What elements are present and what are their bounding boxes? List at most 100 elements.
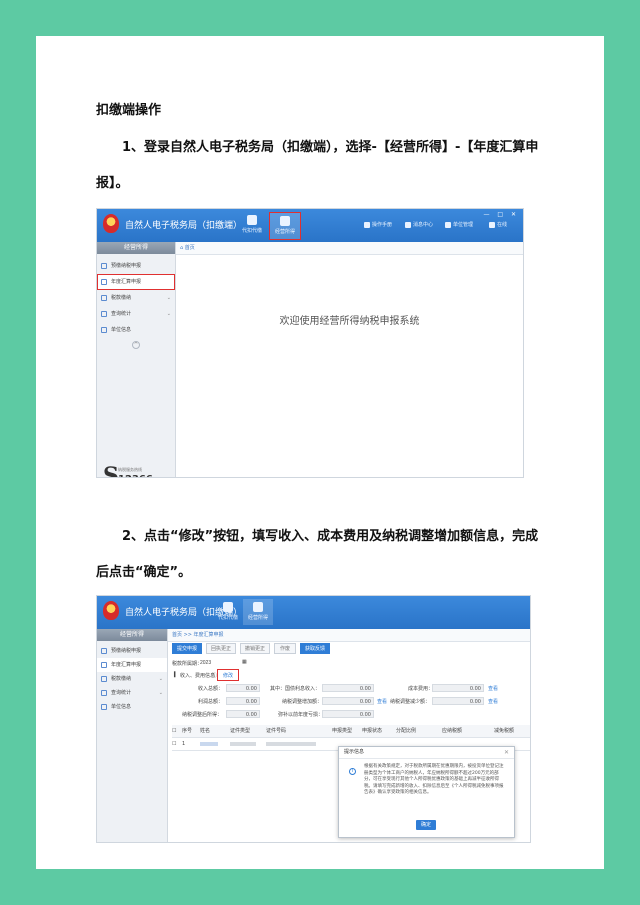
field-bond-interest[interactable]: 0.00 <box>322 684 374 692</box>
payment-icon <box>101 676 107 682</box>
select-all-checkbox[interactable]: ☐ <box>172 725 176 737</box>
app-topbar: 自然人电子税务局（扣缴端） 代扣代缴 经营所得 操作手册 消息中心 单位管理 在… <box>97 209 523 242</box>
info-icon: i <box>349 768 356 775</box>
table-header: ☐ 序号 姓名 证件类型 证件号码 申报类型 申报状态 分配比例 应纳税额 减免… <box>172 725 530 738</box>
field-label-total-income: 收入总额： <box>198 686 224 692</box>
col-tax-payable: 应纳税额 <box>442 728 463 734</box>
field-loss-offset[interactable]: 0.00 <box>322 710 374 718</box>
withholding-icon <box>247 215 257 225</box>
tab-home[interactable]: ⌂ 首页 <box>176 242 523 255</box>
sidebar: 经营所得 预缴纳税申报 年度汇算申报 税款缴纳 ⌄ 查询统计 ⌄ 单位信息 ^ S … <box>97 242 176 477</box>
field-label-cost: 成本费用： <box>408 686 434 692</box>
sidebar: 经营所得 预缴纳税申报 年度汇算申报 税款缴纳 ⌄ 查询统计 ⌄ 单位信息 <box>97 629 168 842</box>
message-icon <box>405 221 411 228</box>
section-marker-icon: ▍ <box>174 672 178 678</box>
chevron-down-icon: ⌄ <box>158 676 163 682</box>
income-cost-section-label: 收入、费用信息 <box>180 673 216 679</box>
sidebar-item-prepay[interactable]: 预缴纳税申报 <box>97 644 167 658</box>
field-cost[interactable]: 0.00 <box>432 684 484 692</box>
view-link-adjust[interactable]: 查看 <box>377 698 387 705</box>
chat-icon <box>489 221 495 228</box>
field-label-adjusted-income: 纳税调整后所得： <box>182 712 223 718</box>
unit-management-link[interactable]: 单位管理 <box>445 221 473 228</box>
col-tax-relief: 减免税额 <box>494 728 515 734</box>
notice-dialog: 提示信息 ✕ i 根据有关政策规定，对于税款所属期在优惠期限内，被投资单位登记注册… <box>338 746 515 838</box>
col-ratio: 分配比例 <box>396 728 417 734</box>
tax-emblem-icon <box>103 214 119 233</box>
manual-link[interactable]: 操作手册 <box>364 221 392 228</box>
confirm-button[interactable]: 确定 <box>416 820 436 830</box>
field-adjust-decrease[interactable]: 0.00 <box>432 697 484 705</box>
sidebar-item-annual-filing[interactable]: 年度汇算申报 <box>97 658 167 672</box>
cancel-correct-button[interactable]: 撤销更正 <box>240 643 270 654</box>
row-index: 1 <box>182 741 186 747</box>
withholding-button[interactable]: 代扣代缴 <box>213 599 243 625</box>
period-value: 2023 <box>200 660 212 666</box>
field-adjusted-income[interactable]: 0.00 <box>226 710 260 718</box>
sidebar-item-query[interactable]: 查询统计 ⌄ <box>97 686 167 700</box>
sidebar-item-tax-payment[interactable]: 税款缴纳 ⌄ <box>97 672 167 686</box>
message-center-link[interactable]: 消息中心 <box>405 221 433 228</box>
chevron-down-icon: ⌄ <box>166 295 171 301</box>
sidebar-header: 经营所得 <box>97 242 175 254</box>
calendar-icon[interactable]: ▦ <box>242 659 247 665</box>
sidebar-item-unit-info[interactable]: 单位信息 <box>97 700 167 714</box>
chevron-down-icon: ⌄ <box>158 690 163 696</box>
annual-filing-icon <box>101 279 107 285</box>
sidebar-item-query[interactable]: 查询统计 ⌄ <box>97 306 175 322</box>
sidebar-item-annual-filing[interactable]: 年度汇算申报 <box>97 274 175 290</box>
field-label-loss-offset: 弥补以前年度亏损： <box>278 712 324 718</box>
business-income-button[interactable]: 经营所得 <box>243 599 273 625</box>
prepay-icon <box>101 263 107 269</box>
view-link-decrease[interactable]: 查看 <box>488 698 498 705</box>
receipt-correct-button[interactable]: 回执更正 <box>206 643 236 654</box>
tax-emblem-icon <box>103 601 119 620</box>
field-label-adjust-increase: 纳税调整增加额： <box>282 699 323 705</box>
field-adjust-increase[interactable]: 0.00 <box>322 697 374 705</box>
collapse-icon[interactable]: ^ <box>132 341 140 349</box>
view-link-cost[interactable]: 查看 <box>488 685 498 692</box>
col-name: 姓名 <box>200 728 211 734</box>
row-checkbox[interactable]: ☐ <box>172 738 176 750</box>
business-income-icon <box>280 216 290 226</box>
screenshot-annual-filing: 自然人电子税务局（扣缴端） 代扣代缴 经营所得 经营所得 预缴纳税申报 年度汇算… <box>96 595 531 843</box>
withholding-button[interactable]: 代扣代缴 <box>237 212 267 238</box>
document-page: 扣缴端操作 1、登录自然人电子税务局（扣缴端），选择-【经营所得】-【年度汇算申… <box>36 36 604 869</box>
close-icon[interactable]: ✕ <box>504 747 509 758</box>
step-1-text: 1、登录自然人电子税务局（扣缴端），选择-【经营所得】-【年度汇算申报】。 <box>96 140 539 191</box>
withholding-icon <box>223 602 233 612</box>
payment-icon <box>101 295 107 301</box>
field-total-income[interactable]: 0.00 <box>226 684 260 692</box>
col-id-type: 证件类型 <box>230 728 251 734</box>
submit-filing-button[interactable]: 提交申报 <box>172 643 202 654</box>
step-2-text: 2、点击“修改”按钮，填写收入、成本费用及纳税调整增加额信息，完成后点击“确定”… <box>96 529 539 580</box>
query-icon <box>101 311 107 317</box>
business-income-icon <box>253 602 263 612</box>
online-link[interactable]: 在线 <box>489 221 507 228</box>
dialog-title: 提示信息 ✕ <box>339 747 514 759</box>
main-content: ⌂ 首页 欢迎使用经营所得纳税申报系统 <box>176 242 523 477</box>
annual-filing-icon <box>101 662 107 668</box>
window-controls[interactable]: — □ ✕ <box>483 211 519 218</box>
field-label-profit: 利润总额： <box>198 699 224 705</box>
sidebar-item-unit-info[interactable]: 单位信息 <box>97 322 175 338</box>
dialog-message: 根据有关政策规定，对于税款所属期在优惠期限内，被投资单位登记注册类型为个体工商户… <box>364 764 504 795</box>
void-button[interactable]: 作废 <box>274 643 296 654</box>
field-label-adjust-decrease: 纳税调整减少额： <box>390 699 431 705</box>
col-filing-type: 申报类型 <box>332 728 353 734</box>
get-feedback-button[interactable]: 获取反馈 <box>300 643 330 654</box>
row-id-number-redacted <box>266 742 316 746</box>
breadcrumb: 首页 >> 年度汇算申报 <box>168 629 530 642</box>
sidebar-item-tax-payment[interactable]: 税款缴纳 ⌄ <box>97 290 175 306</box>
sidebar-item-prepay[interactable]: 预缴纳税申报 <box>97 258 175 274</box>
unit-info-icon <box>101 327 107 333</box>
col-filing-status: 申报状态 <box>362 728 383 734</box>
field-profit[interactable]: 0.00 <box>226 697 260 705</box>
col-id-number: 证件号码 <box>266 728 287 734</box>
section-heading: 扣缴端操作 <box>96 103 162 118</box>
query-icon <box>101 690 107 696</box>
unit-info-icon <box>101 704 107 710</box>
field-label-bond-interest: 其中：国债利息收入： <box>270 686 321 692</box>
prepay-icon <box>101 648 107 654</box>
business-income-button[interactable]: 经营所得 <box>269 212 301 240</box>
